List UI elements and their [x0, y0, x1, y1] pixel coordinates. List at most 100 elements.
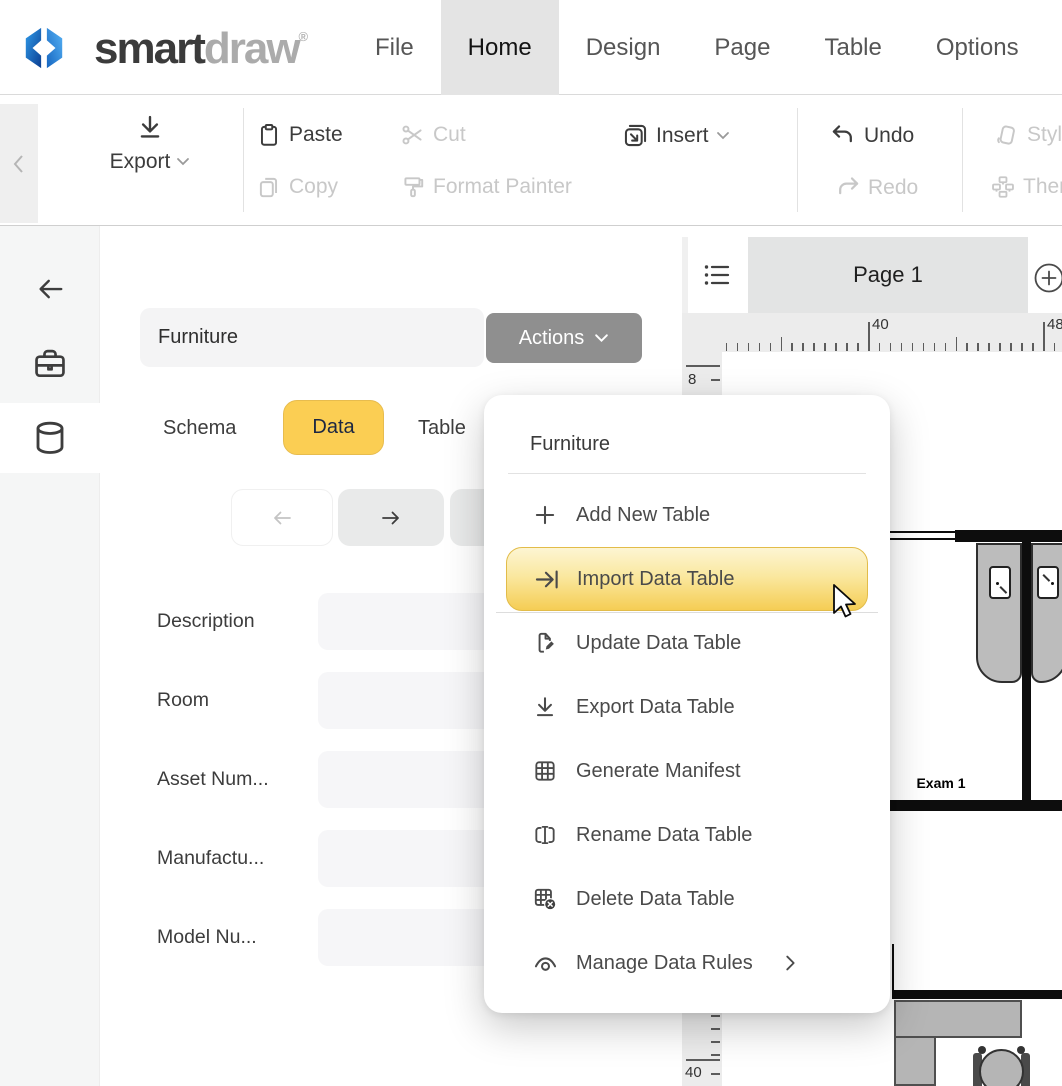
chevron-right-icon — [779, 952, 801, 974]
menu-item-design[interactable]: Design — [559, 0, 688, 95]
redo-icon — [834, 174, 861, 201]
tab-table[interactable]: Table — [418, 414, 466, 442]
add-page-button[interactable] — [1032, 261, 1062, 295]
insert-icon — [622, 122, 649, 149]
menu-item-generate-manifest[interactable]: Generate Manifest — [484, 739, 890, 803]
tab-page-1[interactable]: Page 1 — [748, 237, 1028, 313]
copy-button[interactable]: Copy — [256, 174, 338, 200]
menu-items: Add New Table Import Data Table Update Dat… — [484, 483, 890, 995]
menu-item-delete-data-table[interactable]: Delete Data Table — [484, 867, 890, 931]
undo-button[interactable]: Undo — [830, 122, 914, 149]
copy-icon — [256, 174, 282, 200]
h-ruler-label: 40 — [872, 316, 889, 333]
style-icon — [994, 122, 1020, 148]
cut-label: Cut — [433, 123, 466, 147]
menu-item-page[interactable]: Page — [687, 0, 797, 95]
toolbox-icon — [30, 344, 70, 382]
chevron-left-icon — [10, 153, 28, 175]
sidebar-back-button[interactable] — [0, 254, 100, 324]
redo-button[interactable]: Redo — [834, 174, 918, 201]
arrow-left-icon — [267, 506, 297, 530]
sidebar-item-data[interactable] — [0, 403, 100, 473]
export-button[interactable]: Export — [98, 112, 202, 174]
menu-item-label: Generate Manifest — [576, 760, 741, 783]
menu-item-import-data-table[interactable]: Import Data Table — [506, 547, 868, 611]
tab-data-label: Data — [312, 416, 354, 439]
export-icon — [530, 692, 560, 722]
plus-circle-icon — [1032, 261, 1062, 295]
paste-button[interactable]: Paste — [256, 122, 343, 148]
theme-button[interactable]: Theme — [990, 174, 1062, 200]
menu-item-rename-data-table[interactable]: Rename Data Table — [484, 803, 890, 867]
menu-item-home[interactable]: Home — [441, 0, 559, 95]
menu-item-label: Manage Data Rules — [576, 952, 753, 975]
toolbar-divider — [797, 108, 798, 212]
page-list-button[interactable] — [688, 237, 748, 313]
desk-shape[interactable] — [894, 1036, 936, 1086]
record-next-button[interactable] — [338, 489, 444, 546]
menu-title: Furniture — [530, 431, 610, 457]
mouse-cursor — [832, 583, 860, 625]
back-arrow-icon — [33, 274, 67, 304]
menu-item-update-data-table[interactable]: Update Data Table — [484, 611, 890, 675]
main-menu: FileHomeDesignPageTableOptions — [348, 0, 1046, 95]
insert-label: Insert — [656, 124, 709, 148]
toolbar-divider — [243, 108, 244, 212]
menu-item-options[interactable]: Options — [909, 0, 1046, 95]
grid-icon — [530, 756, 560, 786]
menu-item-manage-data-rules[interactable]: Manage Data Rules — [484, 931, 890, 995]
copy-label: Copy — [289, 175, 338, 199]
exam-table-panel — [1037, 566, 1059, 599]
collapse-panel-button[interactable] — [0, 104, 38, 223]
brand-dark: smart — [94, 24, 204, 73]
format-painter-button[interactable]: Format Painter — [400, 174, 572, 200]
menu-item-export-data-table[interactable]: Export Data Table — [484, 675, 890, 739]
record-prev-button[interactable] — [231, 489, 333, 546]
undo-icon — [830, 122, 857, 149]
scissors-icon — [400, 122, 426, 148]
exam-table-shape[interactable] — [1031, 543, 1062, 683]
exam-table-shape[interactable] — [976, 543, 1022, 683]
desk-shape[interactable] — [894, 1000, 1022, 1038]
h-ruler-label: 48 — [1047, 316, 1062, 333]
brand-registered-mark: ® — [299, 29, 309, 44]
delete-icon — [530, 884, 560, 914]
cut-button[interactable]: Cut — [400, 122, 466, 148]
redo-label: Redo — [868, 176, 918, 200]
toolbar-divider — [962, 108, 963, 212]
smartdraw-logo-icon — [21, 25, 67, 71]
office-chair-shape[interactable] — [979, 1049, 1024, 1086]
import-icon — [531, 564, 561, 594]
format-painter-label: Format Painter — [433, 175, 572, 199]
actions-dropdown-menu: Furniture Add New Table Import Data Table… — [484, 395, 890, 1013]
table-search-input[interactable] — [140, 308, 484, 367]
tab-data[interactable]: Data — [283, 400, 384, 455]
update-icon — [530, 628, 560, 658]
chevron-down-icon — [176, 157, 190, 167]
style-button[interactable]: Style — [994, 122, 1062, 148]
tab-schema[interactable]: Schema — [163, 414, 236, 442]
smartdraw-wordmark: smartdraw® — [94, 24, 308, 74]
field-label: Room — [157, 686, 209, 714]
insert-button[interactable]: Insert — [622, 122, 730, 149]
format-painter-icon — [400, 174, 426, 200]
menu-item-file[interactable]: File — [348, 0, 441, 95]
ribbon-toolbar: Export Paste Cut Copy — [0, 95, 1062, 226]
floorplan-wall-top — [955, 530, 1062, 542]
arrow-right-icon — [376, 506, 406, 530]
menu-item-label: Update Data Table — [576, 632, 741, 655]
clipboard-icon — [256, 122, 282, 148]
style-label: Style — [1027, 123, 1062, 147]
field-label: Asset Num... — [157, 765, 269, 793]
sidebar-item-toolbox[interactable] — [0, 328, 100, 398]
menu-item-add-new-table[interactable]: Add New Table — [484, 483, 890, 547]
brand-light: draw — [204, 24, 299, 73]
menu-item-label: Add New Table — [576, 504, 710, 527]
field-label: Manufactu... — [157, 844, 264, 872]
actions-button[interactable]: Actions — [486, 313, 642, 363]
actions-label: Actions — [519, 327, 585, 350]
room-label[interactable]: Exam 1 — [901, 775, 981, 791]
menu-item-label: Delete Data Table — [576, 888, 735, 911]
menu-item-table[interactable]: Table — [797, 0, 908, 95]
page-list-icon — [702, 260, 734, 290]
